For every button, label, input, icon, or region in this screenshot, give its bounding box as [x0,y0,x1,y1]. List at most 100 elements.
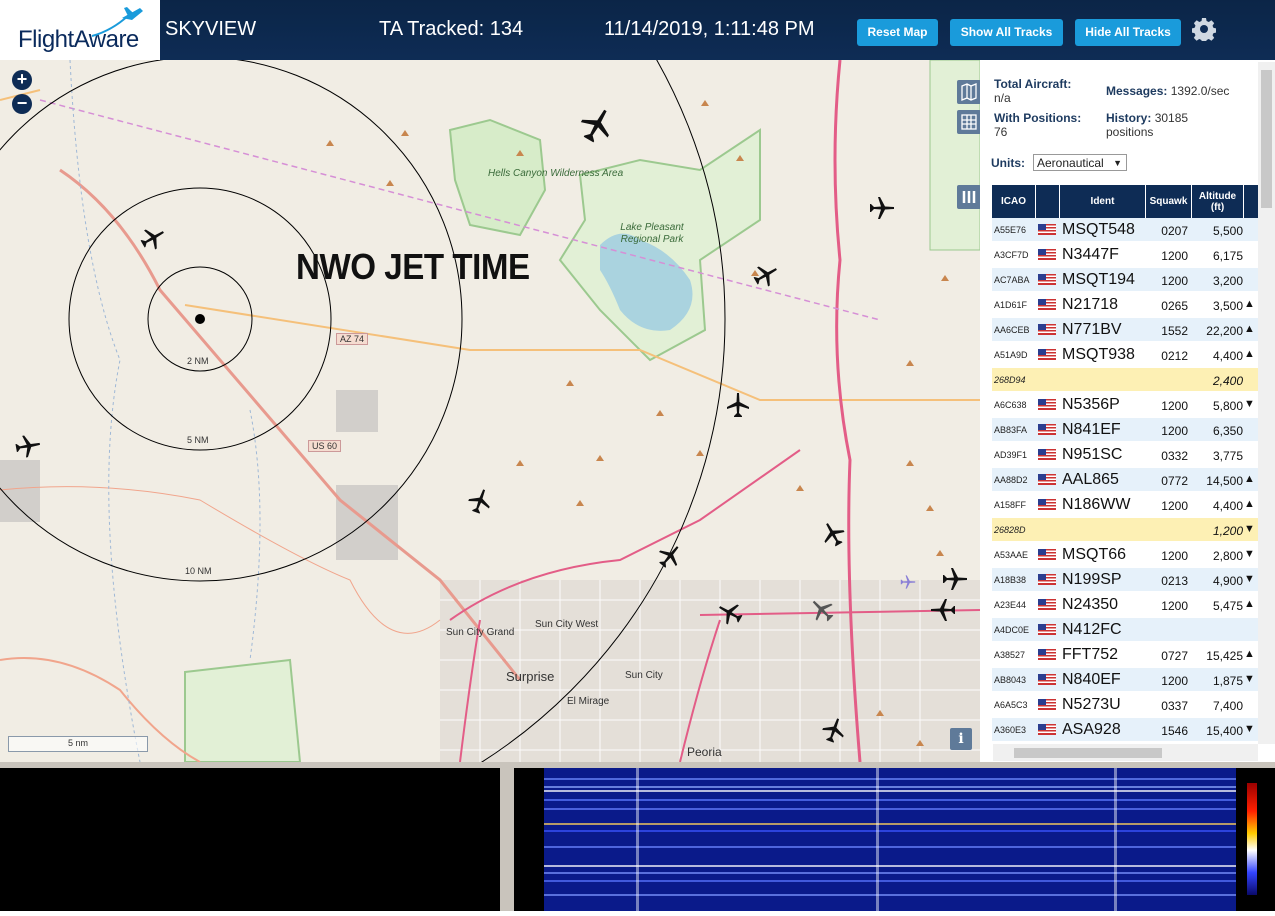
aircraft-icon[interactable] [137,222,169,253]
aircraft-icon[interactable] [870,197,894,219]
horizontal-scroll-thumb[interactable] [1014,748,1162,758]
units-label: Units: [991,156,1025,170]
table-row[interactable]: A23E44 N24350 1200 5,475 ▲ [992,593,1258,617]
info-button[interactable]: i [950,728,972,750]
aircraft-icon[interactable] [14,433,41,459]
ident-cell: N771BV [1062,321,1122,338]
altitude-cell: 2,800 [1212,549,1243,563]
altitude-trend-icon: ▲ [1244,298,1255,310]
aircraft-icon[interactable] [466,486,495,516]
table-row[interactable]: A38527 FFT752 0727 15,425 ▲ [992,643,1258,667]
reset-map-button[interactable]: Reset Map [857,19,938,46]
column-header-squawk[interactable]: Squawk [1146,185,1192,218]
squawk-cell: 0337 [1161,699,1188,713]
ident-cell: N5273U [1062,696,1121,713]
altitude-cell: 4,400 [1212,499,1243,513]
table-row[interactable]: A1D61F N21718 0265 3,500 ▲ [992,293,1258,317]
show-all-tracks-button[interactable]: Show All Tracks [950,19,1063,46]
squawk-cell: 1200 [1161,424,1188,438]
vertical-scroll-thumb[interactable] [1261,70,1272,208]
column-header-altitude[interactable]: Altitude (ft) [1192,185,1244,218]
gear-icon[interactable] [1192,17,1216,41]
altitude-trend-icon: ▼ [1244,398,1255,410]
table-row[interactable]: A360E3 ASA928 1546 15,400 ▼ [992,718,1258,742]
color-scale-bar [1247,783,1257,895]
table-row[interactable]: A158FF N186WW 1200 4,400 ▲ [992,493,1258,517]
flightaware-logo[interactable]: FlightAware [0,0,160,60]
us-60-shield: US 60 [308,440,342,452]
table-row[interactable]: 268D94 2,400 [992,368,1258,392]
us-flag-icon [1038,349,1056,360]
table-row[interactable]: A6A5C3 N5273U 0337 7,400 [992,693,1258,717]
icao-cell: A158FF [994,500,1027,510]
table-row[interactable]: AC7ABA MSQT194 1200 3,200 [992,268,1258,292]
map-grid-button[interactable] [957,110,980,134]
squawk-cell: 1200 [1161,399,1188,413]
squawk-cell: 0212 [1161,349,1188,363]
map-layers-button[interactable] [957,80,980,104]
sun-city-grand-label: Sun City Grand [446,627,515,638]
messages-stat: Messages: 1392.0/sec [1106,84,1230,98]
squawk-cell: 0207 [1161,224,1188,238]
table-row[interactable]: A18B38 N199SP 0213 4,900 ▼ [992,568,1258,592]
us-flag-icon [1038,724,1056,735]
app-name: SKYVIEW [165,18,257,40]
column-header-ident[interactable]: Ident [1060,185,1146,218]
us-flag-icon [1038,574,1056,585]
icao-cell: AA88D2 [994,475,1028,485]
altitude-cell: 3,500 [1212,299,1243,313]
altitude-cell: 6,175 [1212,249,1243,263]
aircraft-table-header: ICAO Ident Squawk Altitude (ft) [992,185,1258,218]
us-flag-icon [1038,424,1056,435]
us-flag-icon [1038,474,1056,485]
aircraft-icon[interactable] [575,103,618,147]
ident-cell: MSQT66 [1062,546,1127,563]
total-aircraft-stat: Total Aircraft: n/a [994,77,1072,105]
units-select[interactable]: Aeronautical ▼ [1033,154,1127,171]
grid-icon [961,114,977,130]
lake-pleasant-label: Lake Pleasant Regional Park [620,222,684,245]
table-row[interactable]: AA88D2 AAL865 0772 14,500 ▲ [992,468,1258,492]
altitude-trend-icon: ▲ [1244,473,1255,485]
table-row[interactable]: A53AAE MSQT66 1200 2,800 ▼ [992,543,1258,567]
squawk-cell: 1200 [1161,274,1188,288]
us-flag-icon [1038,599,1056,610]
receiver-location-marker [195,314,205,324]
table-row[interactable]: A51A9D MSQT938 0212 4,400 ▲ [992,343,1258,367]
aircraft-icon[interactable] [654,540,686,573]
table-row[interactable]: A4DC0E N412FC [992,618,1258,642]
table-row[interactable]: 26828D 1,200 ▼ [992,518,1258,542]
zoom-in-button[interactable]: + [12,70,32,90]
ident-cell: MSQT548 [1062,221,1135,238]
airplane-logo-icon [91,7,143,37]
aircraft-icon[interactable] [817,518,848,550]
park-area [184,658,302,762]
icao-cell: AD39F1 [994,450,1028,460]
table-row[interactable]: A3CF7D N3447F 1200 6,175 [992,243,1258,267]
altitude-cell: 3,200 [1212,274,1243,288]
altitude-cell: 5,800 [1212,399,1243,413]
column-header-icao[interactable]: ICAO [992,185,1036,218]
table-row[interactable]: A55E76 MSQT548 0207 5,500 [992,218,1258,242]
ident-cell: ASA928 [1062,721,1121,738]
toggle-columns-button[interactable] [957,185,980,209]
map-view[interactable]: Hells Canyon Wilderness Area Lake Pleasa… [0,60,980,762]
top-bar: FlightAware SKYVIEW TA Tracked: 134 11/1… [0,0,1275,60]
range-label-10nm: 10 NM [185,566,212,576]
table-row[interactable]: AB83FA N841EF 1200 6,350 [992,418,1258,442]
el-mirage-label: El Mirage [567,696,610,707]
icao-cell: A6C638 [994,400,1027,410]
table-row[interactable]: AB8043 N840EF 1200 1,875 ▼ [992,668,1258,692]
table-row[interactable]: A6C638 N5356P 1200 5,800 ▼ [992,393,1258,417]
us-flag-icon [1038,649,1056,660]
table-row[interactable]: AD39F1 N951SC 0332 3,775 [992,443,1258,467]
scale-bar: 5 nm [8,736,148,752]
table-row[interactable]: AA6CEB N771BV 1552 22,200 ▲ [992,318,1258,342]
aircraft-icon[interactable] [727,393,749,417]
zoom-out-button[interactable]: − [12,94,32,114]
hide-all-tracks-button[interactable]: Hide All Tracks [1075,19,1181,46]
column-header-flag[interactable] [1036,185,1060,218]
ident-cell: N3447F [1062,246,1119,263]
ident-cell: N841EF [1062,421,1121,438]
altitude-cell: 22,200 [1206,324,1243,338]
